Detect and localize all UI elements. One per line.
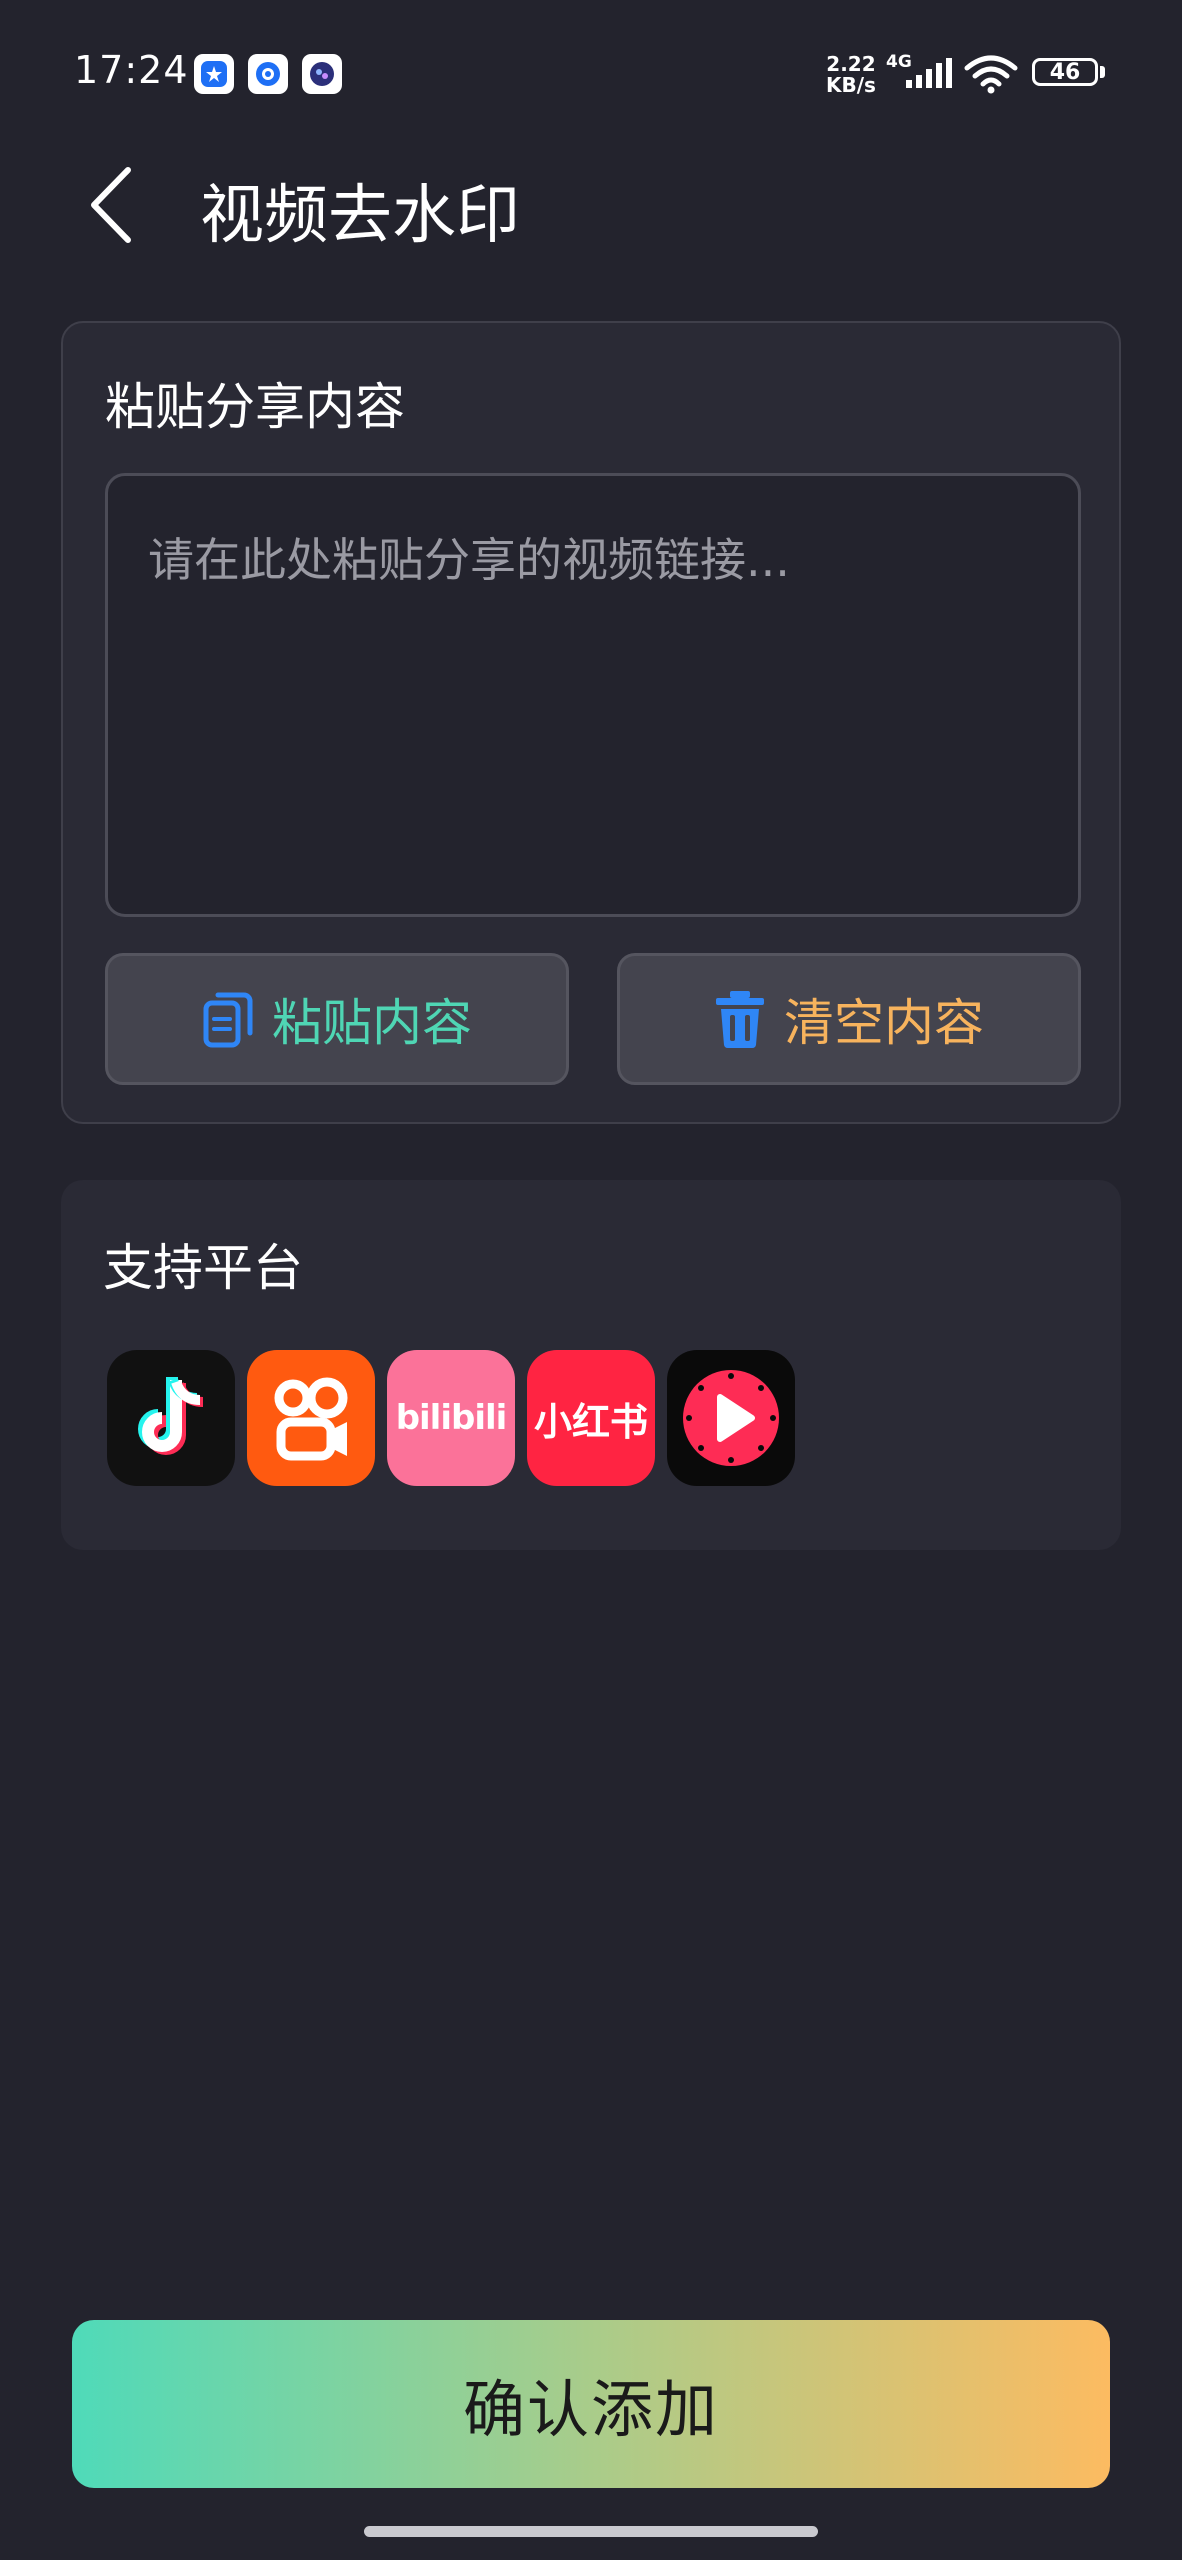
home-indicator[interactable] bbox=[364, 2526, 818, 2537]
xigua-icon bbox=[667, 1350, 795, 1486]
confirm-add-button[interactable]: 确认添加 bbox=[72, 2320, 1110, 2488]
app-notification-icon bbox=[302, 54, 342, 94]
bilibili-logo-text: bilibili bbox=[395, 1398, 508, 1438]
chevron-left-icon bbox=[91, 167, 131, 243]
paste-card-title: 粘贴分享内容 bbox=[105, 378, 405, 436]
app-notification-icon bbox=[194, 54, 234, 94]
trash-icon bbox=[716, 991, 764, 1049]
battery-indicator: 46 bbox=[1032, 58, 1098, 86]
xiaohongshu-icon: 小红书 bbox=[527, 1350, 655, 1486]
network-speed-value: 2.22 bbox=[826, 52, 876, 76]
network-speed: 2.22 KB/s bbox=[826, 54, 876, 96]
battery-level: 46 bbox=[1049, 59, 1081, 85]
confirm-add-label: 确认添加 bbox=[462, 2373, 719, 2446]
paste-content-label: 粘贴内容 bbox=[272, 994, 472, 1052]
notification-icons bbox=[194, 54, 342, 94]
network-speed-unit: KB/s bbox=[826, 73, 876, 97]
signal-strength-icon bbox=[904, 58, 954, 92]
platform-list: bilibili 小红书 bbox=[107, 1350, 795, 1486]
paste-content-button[interactable]: 粘贴内容 bbox=[105, 953, 569, 1085]
paste-card: 粘贴分享内容 粘贴内容 清空内容 bbox=[61, 321, 1121, 1124]
bilibili-icon: bilibili bbox=[387, 1350, 515, 1486]
supported-platforms-title: 支持平台 bbox=[103, 1239, 303, 1297]
clear-content-button[interactable]: 清空内容 bbox=[617, 953, 1081, 1085]
paste-icon bbox=[203, 992, 253, 1048]
xiaohongshu-logo-text: 小红书 bbox=[533, 1399, 648, 1444]
status-time: 17:24 bbox=[74, 48, 189, 92]
supported-platforms-card: 支持平台 bilibili 小红书 bbox=[61, 1180, 1121, 1550]
back-button[interactable] bbox=[76, 160, 146, 250]
share-link-input[interactable] bbox=[105, 473, 1081, 917]
battery-cap bbox=[1100, 66, 1105, 78]
app-notification-icon bbox=[248, 54, 288, 94]
page-title: 视频去水印 bbox=[200, 179, 520, 253]
clear-content-label: 清空内容 bbox=[784, 994, 984, 1052]
douyin-icon bbox=[107, 1350, 235, 1486]
kuaishou-icon bbox=[247, 1350, 375, 1486]
status-bar: 17:24 2.22 KB/s 4G 46 bbox=[0, 0, 1182, 150]
wifi-icon bbox=[964, 54, 1018, 98]
